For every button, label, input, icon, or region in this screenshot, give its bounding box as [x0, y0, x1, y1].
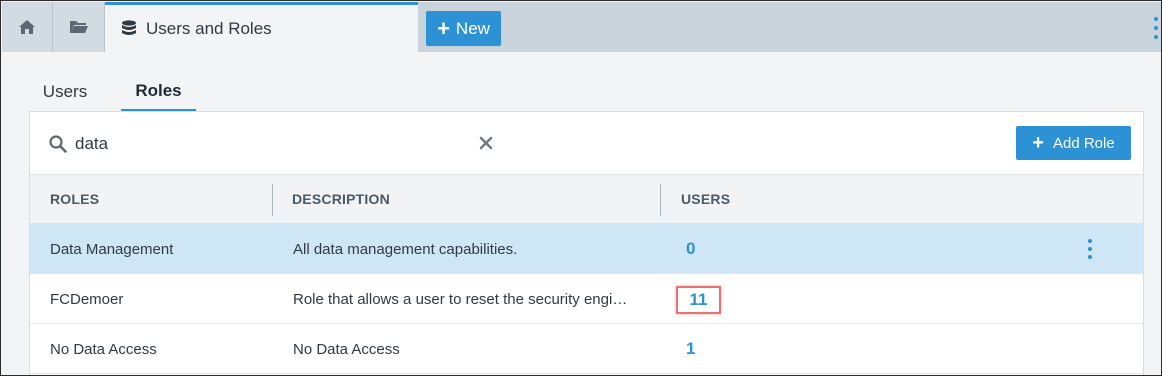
- search-row: + Add Role: [30, 112, 1143, 174]
- search-icon: [49, 135, 67, 153]
- column-header-users[interactable]: USERS: [681, 175, 730, 223]
- table-row[interactable]: FCDemoer Role that allows a user to rese…: [30, 274, 1143, 324]
- search-input[interactable]: [75, 132, 475, 156]
- users-count-link[interactable]: 0: [686, 224, 695, 274]
- new-button[interactable]: + New: [426, 11, 501, 46]
- subtab-roles[interactable]: Roles: [121, 72, 196, 112]
- tab-label: Users and Roles: [146, 18, 272, 38]
- table-row[interactable]: No Data Access No Data Access 1: [30, 324, 1143, 374]
- clear-search-icon[interactable]: [479, 136, 493, 150]
- folder-icon: [69, 21, 88, 33]
- role-description: No Data Access: [293, 340, 400, 358]
- roles-panel: + Add Role ROLES DESCRIPTION USERS Data …: [29, 111, 1144, 375]
- home-icon: [19, 20, 35, 34]
- column-header-roles[interactable]: ROLES: [50, 175, 99, 223]
- more-options-icon[interactable]: [1152, 17, 1160, 39]
- role-name: Data Management: [50, 240, 174, 258]
- column-divider[interactable]: [660, 184, 661, 216]
- tab-users-and-roles[interactable]: Users and Roles: [105, 2, 418, 52]
- new-button-label: New: [455, 18, 490, 38]
- add-role-button[interactable]: + Add Role: [1016, 126, 1131, 160]
- role-description: Role that allows a user to reset the sec…: [293, 290, 628, 308]
- column-header-description[interactable]: DESCRIPTION: [292, 175, 390, 223]
- users-count-link[interactable]: 1: [686, 324, 695, 374]
- window-frame: Users and Roles + New Users Roles + Add …: [0, 0, 1162, 376]
- subtab-users[interactable]: Users: [29, 72, 101, 112]
- role-name: FCDemoer: [50, 290, 124, 308]
- role-description: All data management capabilities.: [293, 240, 518, 258]
- home-tab-button[interactable]: [2, 2, 53, 52]
- users-count-link[interactable]: 11: [676, 286, 721, 314]
- plus-icon: +: [1032, 132, 1044, 154]
- top-tab-bar: Users and Roles + New: [2, 2, 1161, 52]
- folder-tab-button[interactable]: [53, 2, 105, 52]
- table-header: ROLES DESCRIPTION USERS: [30, 174, 1143, 224]
- table-row[interactable]: Data Management All data management capa…: [30, 224, 1143, 274]
- row-more-options-icon[interactable]: [1087, 239, 1093, 259]
- plus-icon: +: [437, 15, 450, 41]
- add-role-label: Add Role: [1052, 134, 1115, 152]
- column-divider[interactable]: [272, 184, 273, 216]
- database-icon: [122, 19, 136, 35]
- role-name: No Data Access: [50, 340, 157, 358]
